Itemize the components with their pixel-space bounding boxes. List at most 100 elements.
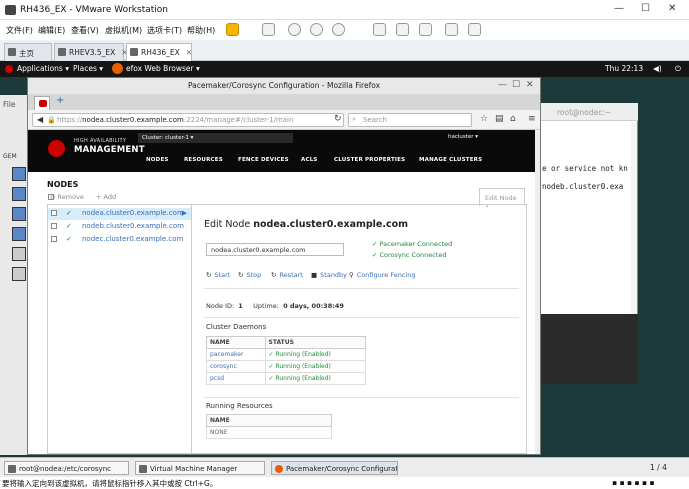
tab-rhev[interactable]: RHEV3.5_EX ✕ (54, 43, 128, 61)
start-button[interactable]: ↻ Start (206, 271, 230, 279)
minimize-icon[interactable]: — (614, 3, 624, 14)
menu-vm[interactable]: 虚拟机(M) (105, 25, 142, 36)
nav-resources[interactable]: RESOURCES (184, 157, 223, 163)
bookmark-star-icon[interactable]: ☆ (480, 114, 488, 124)
daemon-name[interactable]: pacemaker (206, 348, 266, 361)
maximize-icon[interactable]: ☐ (641, 3, 650, 14)
search-bar[interactable]: ⌕ Search (348, 113, 472, 127)
node-checkbox[interactable] (51, 223, 57, 229)
home-icon[interactable]: ⌂ (510, 114, 516, 124)
close-icon[interactable]: ✕ (668, 3, 676, 14)
vmware-title-bar: RH436_EX - VMware Workstation — ☐ ✕ (0, 0, 689, 20)
close-tab-icon[interactable]: ✕ (186, 48, 192, 57)
clock[interactable]: Thu 22:13 (605, 64, 643, 73)
console-view-icon[interactable] (445, 23, 458, 36)
stop-label: Stop (246, 271, 262, 279)
maximize-icon[interactable]: ☐ (512, 80, 520, 90)
list-item[interactable]: ✓ nodec.cluster0.example.com (48, 234, 192, 246)
active-app-menu[interactable]: efox Web Browser ▾ (126, 64, 200, 73)
firefox-title: Pacemaker/Corosync Configuration - Mozil… (28, 78, 540, 94)
browser-tab[interactable] (34, 96, 50, 110)
url-bar[interactable]: ◀ 🔒 https://nodea.cluster0.example.com:2… (32, 113, 344, 127)
check-icon: ✓ (372, 251, 380, 259)
bookmarks-icon[interactable]: ▤ (495, 114, 504, 124)
left-app-window[interactable]: File GEM (0, 95, 30, 455)
sound-icon[interactable]: ◀) (653, 64, 662, 73)
vm-icon[interactable] (12, 167, 26, 181)
places-menu[interactable]: Places ▾ (73, 64, 103, 73)
add-button[interactable]: + Add (96, 193, 116, 201)
file-menu[interactable]: File (3, 100, 16, 109)
daemon-status: ✓ Running (Enabled) (264, 360, 367, 373)
background-terminal[interactable]: e or service not kn nodeb.cluster0.exa (535, 103, 638, 384)
nav-cluster-properties[interactable]: CLUSTER PROPERTIES (334, 157, 405, 163)
vm-icon[interactable] (12, 187, 26, 201)
restart-button[interactable]: ↻ Restart (271, 271, 303, 279)
reload-icon[interactable]: ↻ (334, 114, 342, 124)
vmware-status-bar: 要将输入定向到该虚拟机，请将鼠标指针移入其中或按 Ctrl+G。 ▪ ▪ ▪ ▪… (0, 477, 689, 489)
node-checkbox[interactable] (51, 210, 57, 216)
minimize-icon[interactable]: — (498, 80, 507, 90)
cluster-select[interactable]: Cluster: cluster-1 ▾ (138, 133, 293, 143)
applications-menu[interactable]: Applications ▾ (17, 64, 69, 73)
library-icon[interactable] (373, 23, 386, 36)
send-ctrl-alt-del-icon[interactable] (262, 23, 275, 36)
vm-icon[interactable] (12, 207, 26, 221)
configure-fencing-label: Configure Fencing (356, 271, 416, 279)
tab-home[interactable]: 主页✕ (4, 43, 52, 68)
stop-button[interactable]: ↻ Stop (238, 271, 261, 279)
node-name: nodec.cluster0.example.com (82, 235, 184, 243)
menu-icon[interactable]: ≡ (528, 114, 536, 124)
configure-fencing-button[interactable]: ⚲ Configure Fencing (349, 271, 415, 279)
lock-icon: 🔒 (47, 116, 56, 124)
nav-acls[interactable]: ACLS (301, 157, 318, 163)
daemon-status: ✓ Running (Enabled) (264, 372, 367, 385)
power-icon[interactable]: ⏻ (675, 64, 681, 74)
daemon-name[interactable]: pcsd (206, 372, 266, 385)
vm-icon[interactable] (12, 267, 26, 281)
new-tab-icon[interactable]: + (56, 95, 64, 106)
select-all-checkbox[interactable] (48, 194, 54, 200)
add-icon: + (96, 193, 104, 201)
close-icon[interactable]: ✕ (526, 80, 534, 90)
user-menu[interactable]: hacluster ▾ (448, 134, 478, 140)
list-item[interactable]: ✓ nodea.cluster0.example.com ▶ (48, 208, 192, 220)
thumbnail-icon[interactable] (396, 23, 409, 36)
device-icons[interactable]: ▪ ▪ ▪ ▪ ▪ ▪ (612, 478, 654, 487)
vm-icon[interactable] (12, 227, 26, 241)
menu-edit[interactable]: 编辑(E) (38, 25, 65, 36)
nav-fence-devices[interactable]: FENCE DEVICES (238, 157, 289, 163)
workspace-pager[interactable]: 1 / 4 (650, 463, 667, 472)
menu-file[interactable]: 文件(F) (6, 25, 33, 36)
url-prefix: https:// (57, 116, 83, 124)
page-scrollbar[interactable] (535, 130, 540, 454)
standby-button[interactable]: ■ Standby (311, 271, 347, 279)
node-checkbox[interactable] (51, 236, 57, 242)
snapshot-manager-icon[interactable] (332, 23, 345, 36)
back-icon[interactable]: ◀ (37, 115, 43, 124)
stretch-icon[interactable] (468, 23, 481, 36)
menu-view[interactable]: 查看(V) (71, 25, 99, 36)
list-item[interactable]: ✓ nodeb.cluster0.example.com (48, 221, 192, 233)
tab-rh436[interactable]: RH436_EX ✕ (126, 43, 192, 61)
snapshot-icon[interactable] (288, 23, 301, 36)
pause-icon[interactable] (226, 23, 239, 36)
restart-icon: ↻ (271, 271, 277, 279)
redhat-favicon-icon (39, 100, 47, 107)
daemon-name[interactable]: corosync (206, 360, 266, 373)
node-name-field[interactable]: nodea.cluster0.example.com (206, 243, 344, 256)
node-ok-icon: ✓ (66, 222, 72, 230)
taskbar-item-virt-manager[interactable]: Virtual Machine Manager (135, 461, 265, 475)
vm-icon[interactable] (12, 247, 26, 261)
nav-nodes[interactable]: NODES (146, 157, 169, 163)
menu-tabs[interactable]: 选项卡(T) (147, 25, 182, 36)
nav-manage-clusters[interactable]: MANAGE CLUSTERS (419, 157, 482, 163)
taskbar-item-firefox[interactable]: Pacemaker/Corosync Configuratio... (271, 461, 398, 475)
menu-help[interactable]: 帮助(H) (187, 25, 215, 36)
node-id-value: 1 (238, 302, 243, 310)
taskbar-item-terminal[interactable]: root@nodea:/etc/corosync (4, 461, 129, 475)
remove-button[interactable]: ⊖ Remove (50, 193, 84, 201)
revert-snapshot-icon[interactable] (310, 23, 323, 36)
firefox-icon (275, 465, 283, 473)
fullscreen-icon[interactable] (419, 23, 432, 36)
